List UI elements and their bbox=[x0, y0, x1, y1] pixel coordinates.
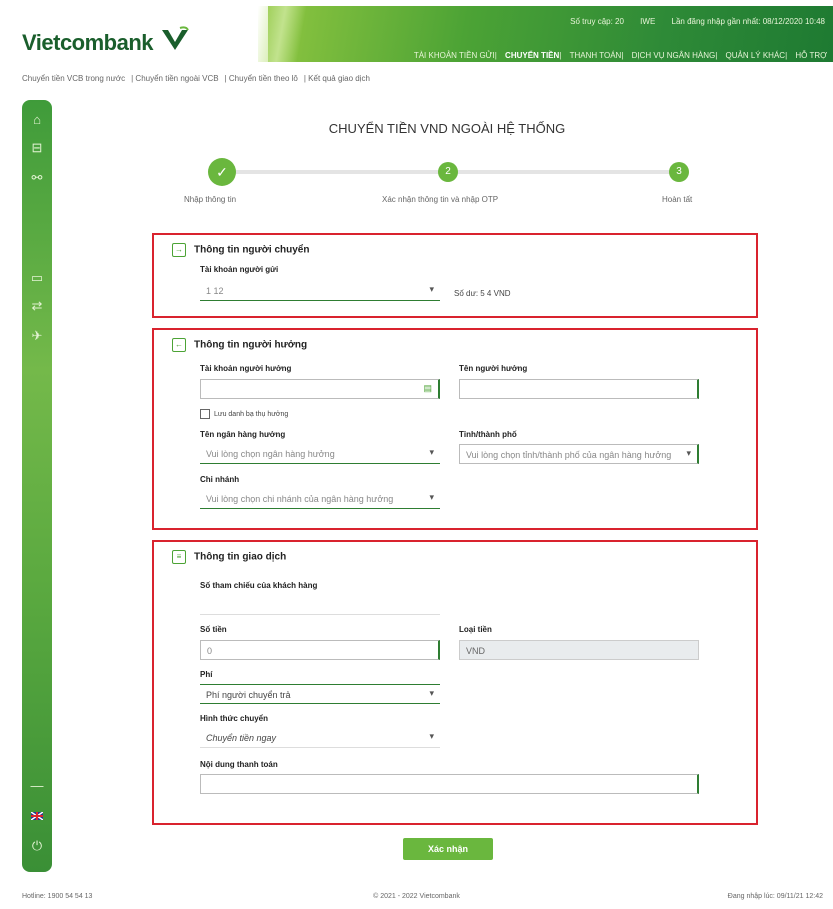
beneficiary-account-input[interactable]: ▤ bbox=[200, 379, 440, 399]
chevron-down-icon: ▾ bbox=[429, 492, 434, 503]
footer-copyright: © 2021 - 2022 Vietcombank bbox=[373, 893, 460, 900]
main-panel: CHUYỂN TIỀN VND NGOÀI HỆ THỐNG ✓ 2 3 Nhậ… bbox=[72, 103, 822, 875]
branch-placeholder: Vui lòng chọn chi nhánh của ngân hàng hư… bbox=[206, 494, 394, 504]
last-login: Lần đăng nhập gần nhất: 08/12/2020 10:48 bbox=[671, 17, 825, 26]
subnav-external[interactable]: Chuyển tiền ngoài VCB bbox=[135, 74, 218, 83]
chevron-down-icon: ▾ bbox=[429, 688, 434, 698]
footer-login-time: Đang nhập lúc: 09/11/21 12:42 bbox=[727, 893, 823, 900]
beneficiary-icon: ← bbox=[172, 338, 186, 352]
car-icon[interactable]: ⊟ bbox=[22, 140, 52, 156]
fee-select[interactable]: Phí người chuyển trả ▾ bbox=[200, 684, 440, 704]
transfer-icon[interactable]: ⇄ bbox=[22, 298, 52, 314]
header: Vietcombank Số truy cập: 20 IWE Lần đăng… bbox=[0, 0, 833, 66]
main-nav: TÀI KHOẢN TIỀN GỬI| CHUYỂN TIỀN| THANH T… bbox=[413, 51, 827, 60]
contact-book-icon[interactable]: ▤ bbox=[423, 383, 432, 394]
step-1-label: Nhập thông tin bbox=[184, 195, 237, 204]
link-icon[interactable]: ⚯ bbox=[22, 170, 52, 186]
beneficiary-account-label: Tài khoản người hưởng bbox=[200, 364, 292, 373]
home-icon[interactable]: ⌂ bbox=[22, 112, 52, 127]
nav-support[interactable]: HỖ TRỢ bbox=[795, 51, 827, 60]
bank-label: Tên ngân hàng hưởng bbox=[200, 430, 286, 439]
step-1-check-icon: ✓ bbox=[208, 158, 236, 186]
beneficiary-heading: ← Thông tin người hưởng bbox=[172, 338, 307, 352]
subnav-results[interactable]: Kết quả giao dịch bbox=[308, 74, 370, 83]
branch-select[interactable]: Vui lòng chọn chi nhánh của ngân hàng hư… bbox=[200, 489, 440, 509]
save-contact-checkbox[interactable] bbox=[200, 409, 210, 419]
province-placeholder: Vui lòng chọn tỉnh/thành phố của ngân hà… bbox=[466, 450, 672, 460]
confirm-button[interactable]: Xác nhận bbox=[403, 838, 493, 860]
transaction-heading-text: Thông tin giao dịch bbox=[194, 551, 287, 563]
sender-icon: → bbox=[172, 243, 186, 257]
transaction-heading: ≡ Thông tin giao dịch bbox=[172, 550, 286, 564]
fee-label: Phí bbox=[200, 670, 213, 679]
step-2-label: Xác nhận thông tin và nhập OTP bbox=[382, 195, 499, 204]
minus-icon[interactable]: — bbox=[22, 778, 52, 793]
transaction-section: ≡ Thông tin giao dịch Số tham chiếu của k… bbox=[152, 540, 758, 825]
chevron-down-icon: ▾ bbox=[429, 731, 434, 741]
amount-value: 0 bbox=[207, 646, 213, 656]
session-info: Số truy cập: 20 IWE Lần đăng nhập gần nh… bbox=[556, 17, 825, 26]
chevron-down-icon: ▾ bbox=[429, 447, 434, 457]
content-label: Nội dung thanh toán bbox=[200, 760, 278, 769]
bank-placeholder: Vui lòng chọn ngân hàng hưởng bbox=[206, 449, 335, 459]
nav-banking-services[interactable]: DỊCH VỤ NGÂN HÀNG bbox=[632, 51, 716, 60]
card-icon[interactable]: ▭ bbox=[22, 270, 52, 286]
sidebar: ⌂ ⊟ ⚯ ▭ ⇄ ✈ — ⏻ bbox=[22, 100, 52, 872]
header-banner: Số truy cập: 20 IWE Lần đăng nhập gần nh… bbox=[268, 6, 833, 62]
vietcombank-logo[interactable]: Vietcombank bbox=[22, 30, 154, 56]
step-3-label: Hoàn tất bbox=[662, 195, 693, 204]
progress-steps: ✓ 2 3 Nhập thông tin Xác nhận thông tin … bbox=[72, 153, 822, 213]
user-name: IWE bbox=[640, 17, 656, 26]
currency-value: VND bbox=[466, 646, 486, 656]
sender-account-select[interactable]: 1 12 ▾ bbox=[200, 281, 440, 301]
chevron-down-icon: ▾ bbox=[686, 448, 691, 459]
step-2-marker: 2 bbox=[438, 162, 458, 182]
flag-icon[interactable] bbox=[22, 808, 52, 823]
subnav-internal[interactable]: Chuyển tiền VCB trong nước bbox=[22, 74, 125, 83]
content-input[interactable] bbox=[200, 774, 699, 794]
beneficiary-name-label: Tên người hưởng bbox=[459, 364, 528, 373]
beneficiary-heading-text: Thông tin người hưởng bbox=[194, 339, 308, 351]
currency-label: Loại tiền bbox=[459, 625, 492, 634]
sender-heading: → Thông tin người chuyển bbox=[172, 243, 309, 257]
nav-other[interactable]: QUẢN LÝ KHÁC bbox=[726, 51, 786, 60]
power-icon[interactable]: ⏻ bbox=[22, 838, 52, 854]
ref-input[interactable] bbox=[200, 595, 440, 615]
method-select[interactable]: Chuyển tiền ngay ▾ bbox=[200, 728, 440, 748]
fee-value: Phí người chuyển trả bbox=[206, 690, 291, 700]
sender-heading-text: Thông tin người chuyển bbox=[194, 244, 310, 256]
save-contact-label: Lưu danh bạ thụ hưởng bbox=[214, 410, 289, 418]
page-title: CHUYỂN TIỀN VND NGOÀI HỆ THỐNG bbox=[328, 121, 566, 136]
currency-field: VND bbox=[459, 640, 699, 660]
beneficiary-section: ← Thông tin người hưởng Tài khoản người h… bbox=[152, 328, 758, 530]
sender-section: → Thông tin người chuyển Tài khoản người … bbox=[152, 233, 758, 318]
bank-select[interactable]: Vui lòng chọn ngân hàng hưởng ▾ bbox=[200, 444, 440, 464]
step-3-marker: 3 bbox=[669, 162, 689, 182]
beneficiary-name-input[interactable] bbox=[459, 379, 699, 399]
method-label: Hình thức chuyển bbox=[200, 714, 269, 723]
province-select[interactable]: Vui lòng chọn tỉnh/thành phố của ngân hà… bbox=[459, 444, 699, 464]
province-label: Tỉnh/thành phố bbox=[459, 430, 517, 439]
save-contact-row[interactable]: Lưu danh bạ thụ hưởng bbox=[200, 409, 288, 419]
nav-transfer[interactable]: CHUYỂN TIỀN bbox=[505, 51, 559, 60]
ref-label: Số tham chiếu của khách hàng bbox=[200, 581, 318, 590]
nav-payment[interactable]: THANH TOÁN bbox=[570, 51, 622, 60]
sender-balance: Số dư: 5 4 VND bbox=[454, 289, 511, 298]
sender-account-label: Tài khoản người gửi bbox=[200, 265, 279, 274]
visit-count: Số truy cập: 20 bbox=[570, 17, 624, 26]
nav-accounts[interactable]: TÀI KHOẢN TIỀN GỬI bbox=[414, 51, 495, 60]
logo-mark-icon bbox=[162, 26, 189, 50]
amount-input[interactable]: 0 bbox=[200, 640, 440, 660]
amount-label: Số tiền bbox=[200, 625, 227, 634]
subnav-batch[interactable]: Chuyển tiền theo lô bbox=[229, 74, 298, 83]
sub-nav: Chuyển tiền VCB trong nước | Chuyển tiền … bbox=[22, 74, 370, 83]
banner-decoration bbox=[258, 6, 318, 62]
transaction-icon: ≡ bbox=[172, 550, 186, 564]
sender-account-value: 1 12 bbox=[206, 286, 224, 296]
chevron-down-icon: ▾ bbox=[429, 284, 434, 294]
method-value: Chuyển tiền ngay bbox=[206, 733, 277, 743]
branch-label: Chi nhánh bbox=[200, 475, 240, 484]
send-icon[interactable]: ✈ bbox=[22, 328, 52, 344]
